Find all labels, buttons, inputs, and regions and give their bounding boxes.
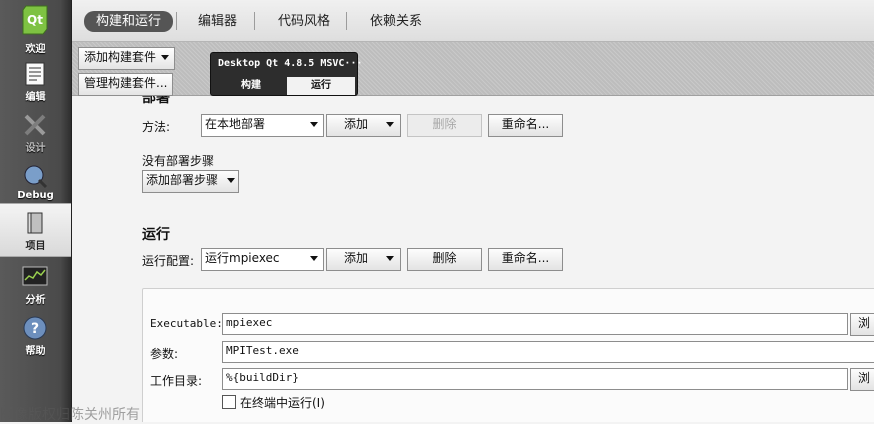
tab-separator: [254, 12, 255, 30]
add-kit-label: 添加构建套件: [84, 50, 157, 64]
edit-document-icon: [25, 62, 45, 86]
kit-tab-build[interactable]: 构建: [215, 77, 287, 95]
qt-logo-icon: Qt: [22, 5, 48, 35]
analyze-monitor-icon: [22, 266, 48, 286]
kit-selector-strip: 添加构建套件 管理构建套件...: [72, 42, 874, 96]
kit-name: Desktop Qt 4.8.5 MSVC···: [218, 58, 363, 69]
dropdown-arrow-icon: [310, 256, 318, 261]
working-dir-field[interactable]: %{buildDir}: [222, 368, 848, 390]
dropdown-arrow-icon: [386, 256, 394, 261]
svg-text:?: ?: [31, 321, 39, 337]
deploy-rename-button[interactable]: 重命名...: [488, 114, 563, 137]
run-add-label: 添加: [344, 251, 369, 265]
working-dir-label: 工作目录:: [150, 374, 203, 388]
tab-code-style[interactable]: 代码风格: [270, 11, 338, 32]
run-delete-button[interactable]: 删除: [407, 248, 482, 271]
executable-field[interactable]: mpiexec: [222, 313, 848, 335]
run-config-value: 运行mpiexec: [205, 251, 280, 265]
no-deploy-steps-text: 没有部署步骤: [142, 154, 215, 168]
add-deploy-step-button[interactable]: 添加部署步骤: [142, 170, 239, 193]
run-in-terminal-checkbox[interactable]: [222, 395, 236, 409]
tab-editor[interactable]: 编辑器: [190, 11, 245, 32]
tab-separator: [176, 12, 177, 30]
mode-design[interactable]: 设计: [0, 106, 71, 158]
run-rename-button[interactable]: 重命名...: [488, 248, 563, 271]
executable-browse-button[interactable]: 浏: [850, 313, 874, 336]
project-tab-bar: 构建和运行 编辑器 代码风格 依赖关系: [72, 0, 874, 42]
deploy-delete-button[interactable]: 删除: [407, 114, 482, 137]
mode-label: 分析: [25, 295, 46, 306]
run-settings-panel: 部署 方法: 在本地部署 添加 删除 重命名... 没有部署步骤 添加部署步骤 …: [72, 96, 874, 422]
executable-label: Executable:: [150, 317, 223, 330]
help-question-icon: ?: [23, 316, 47, 340]
mode-label: 设计: [25, 143, 46, 154]
mode-welcome[interactable]: Qt 欢迎: [0, 2, 71, 55]
dropdown-arrow-icon: [310, 122, 318, 127]
svg-text:Qt: Qt: [27, 13, 43, 27]
tab-separator: [346, 12, 347, 30]
arguments-label: 参数:: [150, 347, 179, 361]
mode-label: 欢迎: [25, 44, 46, 55]
run-add-button[interactable]: 添加: [326, 248, 401, 271]
mode-label: Debug: [17, 190, 54, 201]
mode-label: 帮助: [25, 346, 46, 357]
deploy-method-value: 在本地部署: [205, 117, 266, 131]
arguments-field[interactable]: MPITest.exe: [222, 341, 874, 363]
kit-tab-run[interactable]: 运行: [287, 77, 355, 95]
mode-projects[interactable]: 项目: [0, 203, 71, 257]
deploy-method-select[interactable]: 在本地部署: [201, 114, 324, 137]
dropdown-arrow-icon: [161, 55, 170, 60]
add-deploy-step-label: 添加部署步骤: [146, 173, 219, 187]
mode-selector-bar: Qt 欢迎 编辑 设计 Debug 项目 分析 ? 帮助: [0, 0, 72, 422]
run-heading: 运行: [142, 227, 170, 243]
mode-label: 项目: [25, 241, 46, 252]
deploy-heading: 部署: [142, 96, 170, 106]
dropdown-arrow-icon: [227, 178, 235, 183]
tab-build-and-run[interactable]: 构建和运行: [84, 11, 174, 32]
design-tools-icon: [24, 114, 46, 136]
tab-dependencies[interactable]: 依赖关系: [362, 11, 430, 32]
project-folder-icon: [27, 212, 43, 234]
mode-edit[interactable]: 编辑: [0, 55, 71, 107]
add-kit-button[interactable]: 添加构建套件: [78, 47, 176, 70]
run-config-label: 运行配置:: [142, 254, 195, 268]
deploy-add-button[interactable]: 添加: [326, 114, 401, 137]
mode-analyze[interactable]: 分析: [0, 258, 71, 310]
mode-help[interactable]: ? 帮助: [0, 309, 71, 361]
manage-kits-button[interactable]: 管理构建套件...: [78, 73, 174, 96]
run-in-terminal-label: 在终端中运行(I): [240, 396, 325, 410]
mode-debug[interactable]: Debug: [0, 157, 71, 209]
kit-target-box: Desktop Qt 4.8.5 MSVC··· 构建 运行: [210, 52, 363, 96]
mode-label: 编辑: [25, 92, 46, 103]
debug-bug-icon: [24, 165, 48, 189]
deploy-method-label: 方法:: [142, 120, 171, 134]
working-dir-browse-button[interactable]: 浏: [850, 368, 874, 391]
run-config-select[interactable]: 运行mpiexec: [201, 248, 324, 271]
deploy-add-label: 添加: [344, 117, 369, 131]
dropdown-arrow-icon: [386, 122, 394, 127]
run-config-details: Executable: mpiexec 浏 参数: MPITest.exe 工作…: [142, 288, 874, 422]
